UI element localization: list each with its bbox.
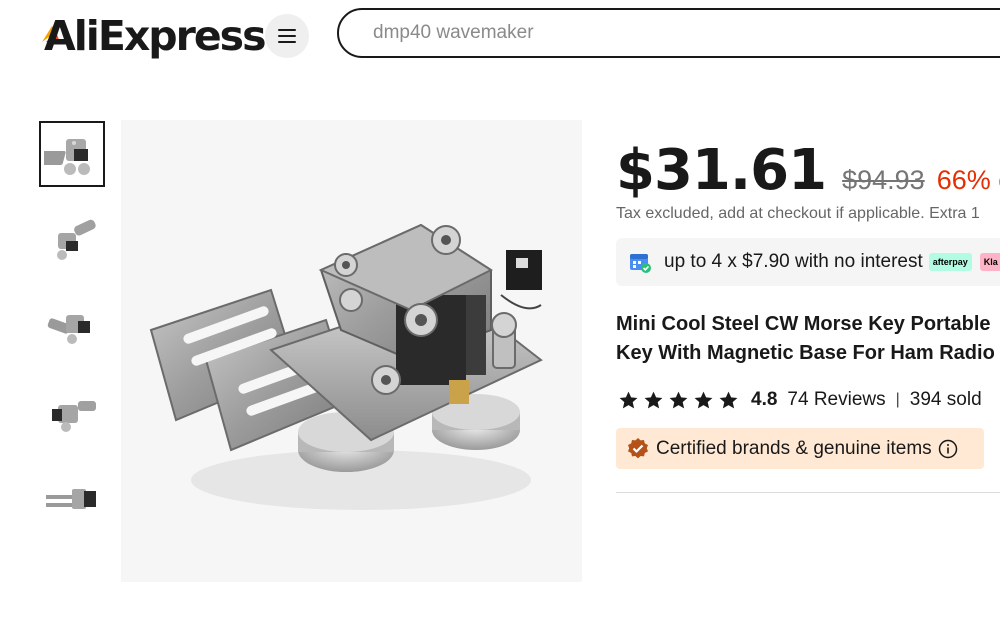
rating-separator: | (895, 391, 900, 408)
thumbnail-6[interactable] (39, 551, 105, 583)
certified-banner: Certified brands & genuine items (616, 428, 984, 469)
info-icon[interactable] (938, 439, 958, 459)
morse-key-illustration (149, 223, 543, 510)
current-price: $31.61 (616, 138, 827, 203)
discount-percent: 66% of (936, 165, 1000, 195)
thumbnail-4[interactable] (39, 379, 105, 445)
calendar-icon (630, 254, 651, 273)
star-icon (644, 391, 663, 408)
menu-button[interactable] (265, 14, 309, 58)
star-icon (694, 391, 713, 408)
product-thumbnail-image (57, 219, 96, 260)
product-title: Mini Cool Steel CW Morse Key Portable Ke… (616, 310, 1000, 368)
product-thumbnail-image (52, 401, 96, 432)
star-icon (619, 391, 638, 408)
aliexpress-logo[interactable]: AliExpress (42, 10, 266, 62)
star-icon (719, 391, 738, 408)
afterpay-logo: afterpay (928, 253, 972, 271)
search-input[interactable] (371, 21, 935, 45)
star-rating (618, 390, 739, 411)
installment-banner[interactable]: up to 4 x $7.90 with no interest afterpa… (616, 238, 1000, 286)
product-thumbnail-image (46, 489, 96, 509)
verified-badge-icon (628, 437, 648, 458)
product-thumbnail-image (44, 559, 100, 583)
logo-text: AliExpress (44, 12, 266, 60)
klarna-logo: Kla (979, 253, 1000, 271)
product-thumbnail-image (47, 315, 90, 344)
product-title-line2: Key With Magnetic Base For Ham Radio (616, 342, 995, 364)
rating-value: 4.8 (751, 389, 778, 410)
thumbnail-1[interactable] (39, 121, 105, 187)
rating-row: 4.8 74 Reviews | 394 sold (618, 389, 982, 411)
thumbnail-2[interactable] (39, 207, 105, 273)
certified-text: Certified brands & genuine items (656, 437, 932, 459)
tax-note: Tax excluded, add at checkout if applica… (616, 205, 980, 222)
thumbnail-3[interactable] (39, 293, 105, 359)
search-bar[interactable] (337, 8, 1000, 58)
thumbnail-list (39, 121, 105, 583)
price-row: $31.61 $94.93 66% of (616, 138, 1000, 203)
installment-text: up to 4 x $7.90 with no interest (664, 251, 923, 272)
thumbnail-5[interactable] (39, 465, 105, 531)
original-price: $94.93 (842, 165, 925, 195)
hamburger-icon (278, 29, 296, 43)
reviews-link[interactable]: 74 Reviews (787, 389, 885, 411)
sold-count: 394 sold (909, 389, 982, 410)
product-title-line1: Mini Cool Steel CW Morse Key Portable (616, 313, 991, 335)
main-product-image[interactable] (121, 120, 582, 582)
product-thumbnail-image (44, 139, 90, 175)
star-icon (669, 391, 688, 408)
section-divider (616, 492, 1000, 493)
